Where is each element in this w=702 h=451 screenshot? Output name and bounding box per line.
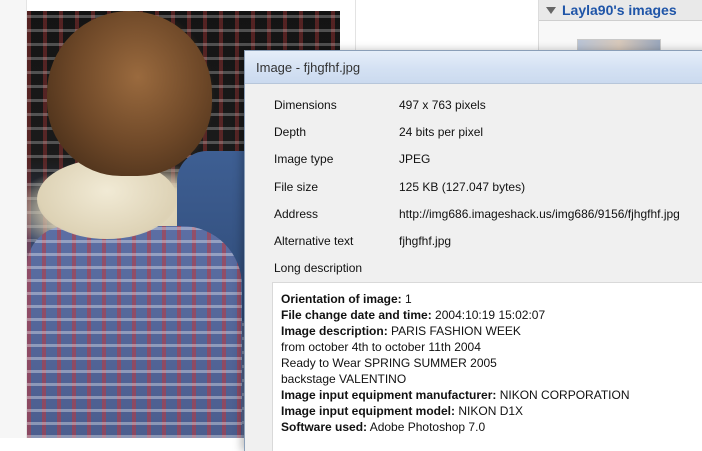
property-row-address: Address http://img686.imageshack.us/img6… — [245, 207, 702, 227]
property-row-dimensions: Dimensions 497 x 763 pixels — [245, 98, 702, 118]
field-value: PARIS FASHION WEEK — [391, 324, 521, 338]
image-description-line: Image description: PARIS FASHION WEEK — [281, 323, 702, 339]
property-value: 497 x 763 pixels — [399, 98, 486, 112]
file-change-line: File change date and time: 2004:10:19 15… — [281, 307, 702, 323]
property-row-alt-text: Alternative text fjhgfhf.jpg — [245, 234, 702, 254]
property-value: fjhgfhf.jpg — [399, 234, 452, 248]
image-properties-dialog: Image - fjhgfhf.jpg Dimensions 497 x 763… — [244, 50, 702, 451]
field-label: Image input equipment model: — [281, 404, 456, 418]
property-label: Image type — [274, 152, 334, 166]
dialog-title: Image - fjhgfhf.jpg — [256, 59, 361, 75]
collapse-arrow-icon[interactable] — [546, 6, 556, 14]
property-label: Depth — [274, 125, 307, 139]
field-value: NIKON CORPORATION — [499, 388, 630, 402]
property-row-file-size: File size 125 KB (127.047 bytes) — [245, 180, 702, 200]
field-value: 2004:10:19 15:02:07 — [435, 308, 546, 322]
field-value: 1 — [405, 292, 412, 306]
manufacturer-line: Image input equipment manufacturer: NIKO… — [281, 387, 702, 403]
software-line: Software used: Adobe Photoshop 7.0 — [281, 419, 702, 435]
property-row-depth: Depth 24 bits per pixel — [245, 125, 702, 145]
field-value: NIKON D1X — [458, 404, 524, 418]
image-description-extra: Ready to Wear SPRING SUMMER 2005 — [281, 356, 497, 370]
property-label: File size — [274, 180, 319, 194]
panel-header[interactable]: Layla90's images — [539, 0, 702, 21]
property-label: Address — [274, 207, 319, 221]
property-row-image-type: Image type JPEG — [245, 152, 702, 172]
photo-detail-shirt — [27, 226, 242, 438]
photo-detail-hair — [47, 11, 212, 176]
field-label: Image description: — [281, 324, 388, 338]
field-value: Adobe Photoshop 7.0 — [369, 420, 486, 434]
property-row-long-description: Long description — [245, 261, 702, 281]
image-description-extra: backstage VALENTINO — [281, 372, 407, 386]
field-label: File change date and time: — [281, 308, 432, 322]
property-label: Long description — [274, 261, 363, 275]
field-label: Software used: — [281, 420, 368, 434]
page-left-gutter — [0, 0, 27, 438]
property-value: JPEG — [399, 152, 431, 166]
image-description-extra: from october 4th to october 11th 2004 — [281, 340, 481, 354]
property-value: 125 KB (127.047 bytes) — [399, 180, 526, 194]
field-label: Image input equipment manufacturer: — [281, 388, 497, 402]
property-label: Alternative text — [274, 234, 354, 248]
panel-title[interactable]: Layla90's images — [562, 2, 677, 18]
address-value[interactable]: http://img686.imageshack.us/img686/9156/… — [399, 207, 680, 221]
long-description-box[interactable]: Orientation of image: 1 File change date… — [272, 282, 702, 451]
model-line: Image input equipment model: NIKON D1X — [281, 403, 702, 419]
property-value: 24 bits per pixel — [399, 125, 484, 139]
orientation-line: Orientation of image: 1 — [281, 291, 702, 307]
field-label: Orientation of image: — [281, 292, 402, 306]
dialog-titlebar[interactable]: Image - fjhgfhf.jpg — [245, 51, 702, 84]
property-label: Dimensions — [274, 98, 337, 112]
